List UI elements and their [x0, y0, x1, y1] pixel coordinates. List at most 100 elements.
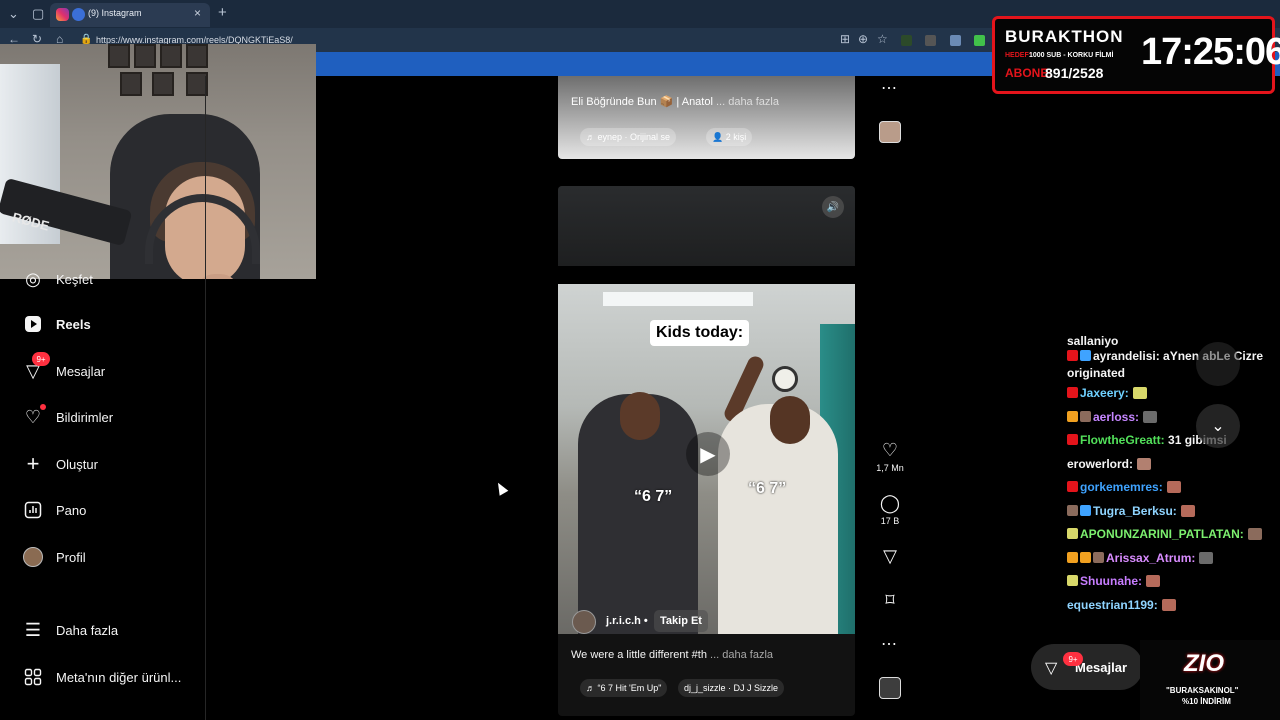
compass-icon: ◎: [25, 268, 41, 289]
messages-pill-button[interactable]: ▽ 9+ Mesajlar: [1031, 644, 1143, 690]
previous-reel-button[interactable]: [1196, 342, 1240, 386]
chat-line: equestrian1199:: [1067, 594, 1280, 618]
chat-line: FlowtheGreatt: 31 gibimsi: [1067, 429, 1280, 453]
sidebar-item-create[interactable]: + Oluştur: [22, 449, 98, 479]
menu-icon: ☰: [24, 619, 42, 640]
messenger-icon: ▽: [1045, 660, 1058, 677]
bookmark-icon[interactable]: ⌑: [885, 590, 894, 611]
extension-icon[interactable]: [901, 35, 912, 46]
previous-reel-music[interactable]: ♬ eynep · Orijinal se: [580, 128, 677, 146]
tab-close-icon[interactable]: ×: [194, 6, 201, 20]
messages-badge: 9+: [1063, 652, 1083, 666]
previous-reel-tagged-people[interactable]: 👤 2 kişi: [706, 128, 753, 146]
tab-title: (9) Instagram: [88, 8, 142, 18]
ceiling-light: [603, 292, 753, 306]
audio-thumbnail[interactable]: [879, 677, 901, 699]
sidebar-item-label: Bildirimler: [56, 409, 114, 425]
play-icon[interactable]: ▶: [686, 432, 730, 476]
chat-line: gorkememres:: [1067, 476, 1280, 500]
heart-icon: ♡: [22, 404, 46, 428]
plus-icon: +: [26, 451, 40, 476]
chat-line: erowerlord:: [1067, 453, 1280, 477]
share-action[interactable]: ▽: [874, 546, 906, 567]
sidebar-item-dashboard[interactable]: Pano: [22, 495, 86, 525]
more-link[interactable]: ... daha fazla: [710, 649, 773, 661]
previous-reel-description: Eli Böğründe Bun 📦 | Anatol ... daha faz…: [571, 96, 779, 108]
sidebar-item-reels[interactable]: Reels: [22, 309, 91, 339]
like-action[interactable]: ♡ 1,7 Mn: [874, 440, 906, 473]
chat-line: Tugra_Berksu:: [1067, 500, 1280, 524]
zoom-icon[interactable]: ⊕: [858, 32, 868, 46]
sidebar-item-label: Meta'nın diğer ürünl...: [56, 669, 182, 685]
browser-tab-instagram[interactable]: (9) Instagram ×: [50, 3, 210, 27]
chat-line: originated: [1067, 366, 1126, 380]
subscriber-count: 891/2528: [1045, 65, 1104, 81]
extension-icon[interactable]: [925, 35, 936, 46]
reel-letterbox: [558, 266, 855, 284]
dashboard-icon: [22, 499, 44, 521]
next-reel-button[interactable]: ⌄: [1196, 404, 1240, 448]
reel-description: We were a little different #th ... daha …: [571, 649, 774, 661]
sidebar-item-label: Pano: [56, 502, 87, 518]
sidebar-item-more[interactable]: ☰ Daha fazla: [22, 615, 118, 645]
sidebar-item-meta-products[interactable]: Meta'nın diğer ürünl...: [22, 662, 181, 692]
goal-label: HEDEF:: [1005, 52, 1032, 59]
reel-video[interactable]: Kids today: “6 7” “6 7” ▶: [558, 284, 855, 634]
chat-line: APONUNZARINI_PATLATAN:: [1067, 523, 1280, 547]
avatar-icon: [22, 546, 44, 568]
new-tab-button[interactable]: +: [218, 4, 227, 21]
collections-icon[interactable]: ▢: [32, 6, 44, 22]
meta-apps-icon: [22, 666, 44, 688]
author-avatar[interactable]: [572, 610, 596, 634]
sidebar-item-label: Mesajlar: [56, 363, 106, 379]
like-count: 1,7 Mn: [876, 463, 904, 473]
stream-title: BURAKTHON: [1005, 27, 1124, 46]
video-text-right: “6 7”: [748, 480, 787, 497]
chat-line: ayrandelisi: aYnen abLe Cizre: [1067, 348, 1280, 365]
mouse-cursor: [493, 480, 509, 496]
heart-icon[interactable]: ♡: [882, 440, 898, 461]
reel-music[interactable]: ♬ “6 7 Hit 'Em Up": [580, 679, 668, 697]
more-options-icon[interactable]: ⋯: [881, 78, 897, 98]
messages-badge: 9+: [32, 352, 50, 366]
tab-actions-icon[interactable]: ⊞: [840, 32, 850, 46]
chat-line: Shuunahe:: [1067, 570, 1280, 594]
more-options-icon[interactable]: ⋯: [881, 634, 897, 654]
current-reel[interactable]: 🔊 Kids today: “6 7” “6 7” ▶ j.r.i.c.h • …: [558, 186, 855, 716]
save-action[interactable]: ⌑: [874, 590, 906, 611]
chat-line: sallaniyo: [1067, 334, 1119, 348]
sidebar-item-messages[interactable]: ▽ 9+ Mesajlar: [22, 352, 106, 386]
sidebar-item-profile[interactable]: Profil: [22, 542, 86, 572]
sidebar-item-notifications[interactable]: ♡ Bildirimler: [22, 402, 113, 432]
stream-chat: sallaniyo ayrandelisi: aYnen abLe Cizre …: [1067, 334, 1280, 617]
extension-icon[interactable]: [950, 35, 961, 46]
wall-clock: [772, 366, 798, 392]
comment-icon[interactable]: ◯: [880, 493, 900, 514]
volume-icon[interactable]: 🔊: [822, 196, 844, 218]
reels-icon: [22, 313, 44, 335]
reel-artist[interactable]: dj_j_sizzle · DJ J Sizzle: [678, 679, 785, 697]
sidebar-item-explore[interactable]: ◎ Keşfet: [22, 264, 93, 294]
share-icon[interactable]: ▽: [883, 546, 897, 567]
chat-line: aerloss:: [1067, 406, 1280, 430]
instagram-favicon-icon: [56, 8, 69, 21]
tab-list-chevron-icon[interactable]: ⌄: [8, 6, 19, 22]
goal-text: 1000 SUB - KORKU FİLMİ: [1029, 52, 1114, 59]
follow-button[interactable]: Takip Et: [654, 610, 708, 632]
video-caption: Kids today:: [650, 320, 750, 346]
stream-timer-overlay: BURAKTHON HEDEF: 1000 SUB - KORKU FİLMİ …: [992, 16, 1280, 94]
favorite-star-icon[interactable]: ☆: [877, 32, 888, 46]
audio-thumbnail[interactable]: [879, 121, 901, 143]
author-name[interactable]: j.r.i.c.h •: [606, 615, 648, 627]
more-link[interactable]: ... daha fazla: [716, 96, 779, 108]
messages-pill-label: Mesajlar: [1075, 659, 1128, 675]
reel-top-area: [558, 186, 855, 266]
sidebar-item-label: Reels: [56, 316, 91, 332]
person-left-head: [620, 392, 660, 440]
comment-action[interactable]: ◯ 17 B: [874, 493, 906, 526]
extension-icon[interactable]: [974, 35, 985, 46]
sidebar-item-label: Oluştur: [56, 456, 98, 472]
sidebar-item-label: Keşfet: [56, 271, 93, 287]
video-text-left: “6 7”: [634, 488, 673, 505]
previous-reel[interactable]: Eli Böğründe Bun 📦 | Anatol ... daha faz…: [558, 76, 855, 159]
